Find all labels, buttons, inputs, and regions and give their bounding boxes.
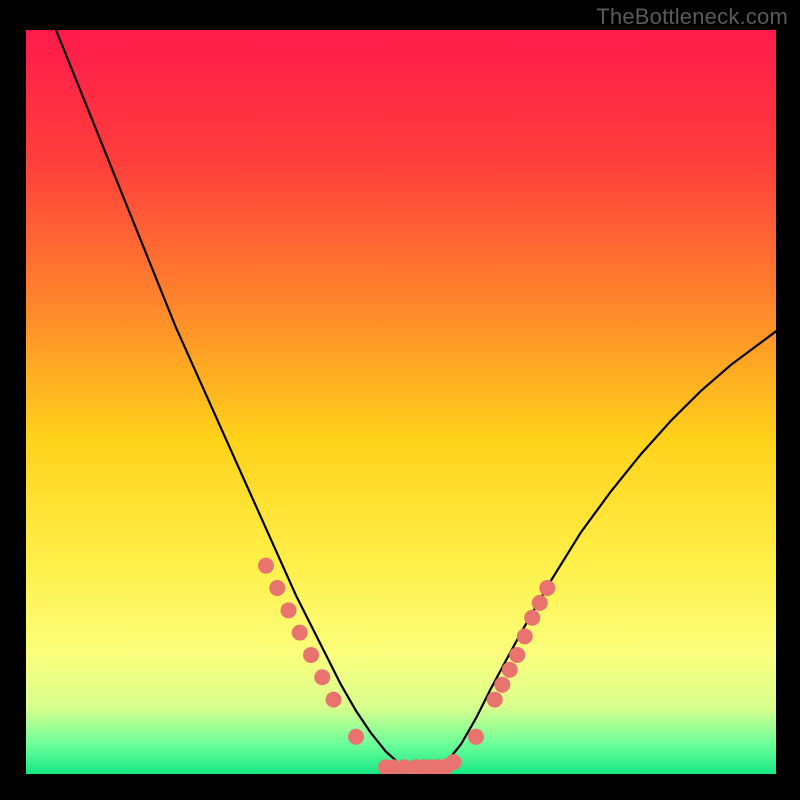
highlight-point (348, 729, 364, 745)
highlight-point (468, 729, 484, 745)
highlight-point (303, 647, 319, 663)
highlight-point (281, 602, 297, 618)
highlight-point (446, 754, 462, 770)
highlight-point (487, 692, 503, 708)
watermark-label: TheBottleneck.com (596, 4, 788, 30)
chart-frame: TheBottleneck.com (0, 0, 800, 800)
highlight-point (314, 669, 330, 685)
highlight-point (524, 610, 540, 626)
highlight-point (258, 558, 274, 574)
highlight-point (269, 580, 285, 596)
plot-area (26, 30, 776, 774)
highlight-point (502, 662, 518, 678)
highlight-point (494, 677, 510, 693)
chart-svg (26, 30, 776, 774)
highlight-point (509, 647, 525, 663)
highlight-point (532, 595, 548, 611)
gradient-background (26, 30, 776, 774)
highlight-point (292, 625, 308, 641)
highlight-point (539, 580, 555, 596)
highlight-point (326, 692, 342, 708)
highlight-point (517, 628, 533, 644)
